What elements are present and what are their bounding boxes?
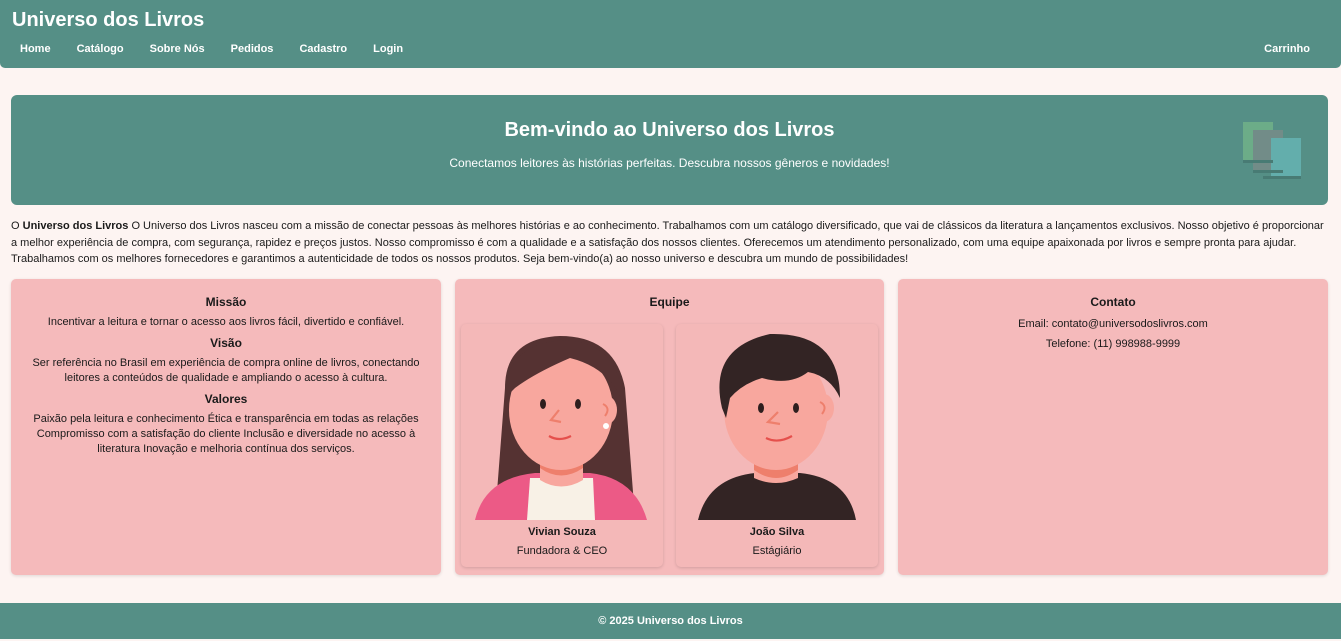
hero-title: Bem-vindo ao Universo dos Livros	[504, 119, 835, 141]
hero-subtitle: Conectamos leitores às histórias perfeit…	[449, 156, 890, 170]
member-role: Fundadora & CEO	[516, 545, 608, 557]
site-footer: © 2025 Universo dos Livros	[0, 603, 1341, 639]
nav-catalogo[interactable]: Catálogo	[77, 43, 124, 55]
team-member: Vivian Souza Fundadora & CEO	[461, 324, 663, 567]
member-role: Estágiário	[752, 545, 802, 557]
nav-cart[interactable]: Carrinho	[1264, 43, 1310, 55]
hero-banner: Bem-vindo ao Universo dos Livros Conecta…	[11, 95, 1328, 205]
about-brand: Universo dos Livros	[22, 220, 129, 232]
avatar-vivian	[475, 336, 647, 520]
nav-sobre-nos[interactable]: Sobre Nós	[150, 43, 205, 55]
member-name: Vivian Souza	[528, 526, 596, 538]
contact-phone: Telefone: (11) 998988-9999	[1045, 338, 1181, 350]
nav-login[interactable]: Login	[373, 43, 403, 55]
mission-card: Missão Incentivar a leitura e tornar o a…	[11, 279, 441, 575]
mission-text: Incentivar a leitura e tornar o acesso a…	[47, 316, 405, 328]
contact-title: Contato	[1090, 295, 1136, 309]
team-title: Equipe	[649, 295, 690, 309]
values-text: Paixão pela leitura e conhecimento Ética…	[33, 413, 419, 455]
contact-email: Email: contato@universodoslivros.com	[1018, 318, 1208, 330]
books-icon	[1243, 122, 1301, 179]
avatar-joao	[698, 333, 856, 520]
team-card: Equipe Vivian Souza Fundadora & CEO João…	[455, 279, 884, 575]
vision-title: Visão	[210, 336, 242, 350]
footer-copyright: © 2025 Universo dos Livros	[598, 615, 743, 627]
member-name: João Silva	[749, 526, 805, 538]
contact-card: Contato Email: contato@universodoslivros…	[898, 279, 1328, 575]
team-member: João Silva Estágiário	[676, 324, 878, 567]
main-nav: Home Catálogo Sobre Nós Pedidos Cadastro…	[20, 43, 429, 55]
vision-text: Ser referência no Brasil em experiência …	[32, 357, 420, 384]
nav-home[interactable]: Home	[20, 43, 51, 55]
nav-pedidos[interactable]: Pedidos	[231, 43, 274, 55]
site-brand[interactable]: Universo dos Livros	[12, 9, 204, 32]
mission-title: Missão	[205, 295, 247, 309]
about-text: O Universo dos Livros O Universo dos Liv…	[11, 220, 1324, 265]
values-title: Valores	[204, 392, 248, 406]
nav-cadastro[interactable]: Cadastro	[299, 43, 347, 55]
site-header: Universo dos Livros Home Catálogo Sobre …	[0, 0, 1341, 68]
